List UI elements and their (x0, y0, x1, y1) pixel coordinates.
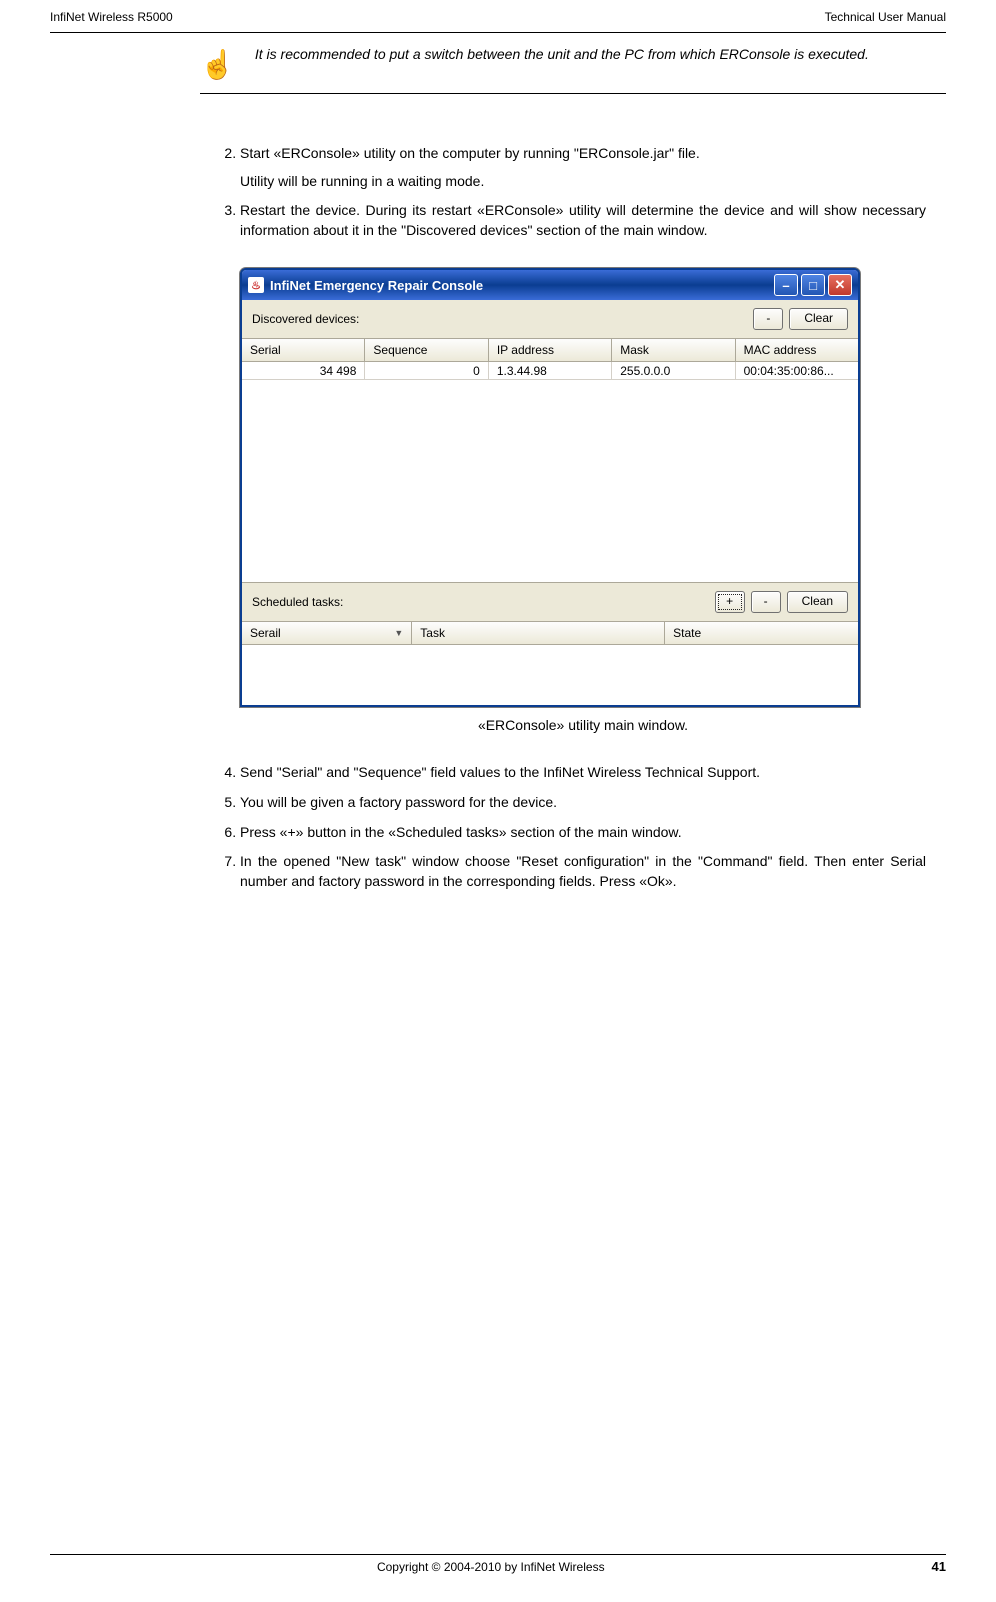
scheduled-clean-button[interactable]: Clean (787, 591, 848, 613)
note-box: ☝ It is recommended to put a switch betw… (200, 39, 946, 89)
col-ip[interactable]: IP address (489, 339, 612, 361)
header-left: InfiNet Wireless R5000 (50, 10, 173, 24)
step-7: In the opened "New task" window choose "… (240, 852, 926, 891)
cell-serial: 34 498 (242, 362, 365, 380)
note-text: It is recommended to put a switch betwee… (255, 45, 869, 63)
sort-arrow-icon: ▼ (394, 628, 403, 638)
step-6: Press «+» button in the «Scheduled tasks… (240, 823, 926, 843)
top-rule (50, 32, 946, 33)
step-3: Restart the device. During its restart «… (240, 201, 926, 240)
table-row[interactable]: 34 498 0 1.3.44.98 255.0.0.0 00:04:35:00… (242, 362, 858, 380)
discovered-devices-label: Discovered devices: (252, 312, 359, 326)
header-right: Technical User Manual (825, 10, 946, 24)
minimize-button[interactable]: – (774, 274, 798, 296)
col-state[interactable]: State (665, 622, 858, 644)
cell-mask: 255.0.0.0 (612, 362, 735, 380)
col-mask[interactable]: Mask (612, 339, 735, 361)
maximize-button[interactable]: □ (801, 274, 825, 296)
discovered-remove-button[interactable]: - (753, 308, 783, 330)
col-task[interactable]: Task (412, 622, 665, 644)
erconsole-screenshot: ♨ InfiNet Emergency Repair Console – □ ✕… (240, 268, 926, 707)
note-bottom-rule (200, 93, 946, 94)
footer-copyright: Copyright © 2004-2010 by InfiNet Wireles… (377, 1560, 605, 1574)
col-sequence[interactable]: Sequence (365, 339, 488, 361)
scheduled-table (242, 645, 858, 705)
step-2-sub: Utility will be running in a waiting mod… (240, 172, 926, 192)
cell-ip: 1.3.44.98 (489, 362, 612, 380)
step-2: Start «ERConsole» utility on the compute… (240, 144, 926, 191)
window-titlebar[interactable]: ♨ InfiNet Emergency Repair Console – □ ✕ (242, 270, 858, 300)
scheduled-remove-button[interactable]: - (751, 591, 781, 613)
close-button[interactable]: ✕ (828, 274, 852, 296)
col-serial[interactable]: Serial (242, 339, 365, 361)
cell-sequence: 0 (365, 362, 488, 380)
cell-mac: 00:04:35:00:86... (736, 362, 858, 380)
page-number: 41 (932, 1559, 946, 1574)
col-serail[interactable]: Serail▼ (242, 622, 412, 644)
java-icon: ♨ (248, 277, 264, 293)
screenshot-caption: «ERConsole» utility main window. (240, 717, 926, 733)
pointing-hand-icon: ☝ (200, 45, 235, 79)
discovered-clear-button[interactable]: Clear (789, 308, 848, 330)
discovered-table: 34 498 0 1.3.44.98 255.0.0.0 00:04:35:00… (242, 362, 858, 583)
scheduled-tasks-label: Scheduled tasks: (252, 595, 343, 609)
step-4: Send "Serial" and "Sequence" field value… (240, 763, 926, 783)
footer-rule (50, 1554, 946, 1555)
col-mac[interactable]: MAC address (736, 339, 858, 361)
step-5: You will be given a factory password for… (240, 793, 926, 813)
scheduled-add-button[interactable]: + (715, 591, 745, 613)
window-title: InfiNet Emergency Repair Console (270, 278, 483, 293)
